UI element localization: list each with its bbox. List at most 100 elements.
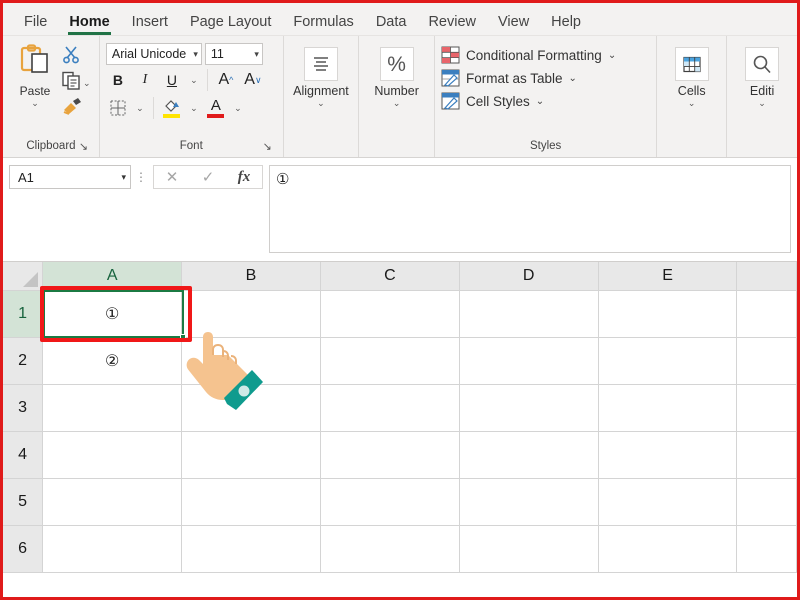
cell-d4[interactable] bbox=[459, 431, 598, 478]
ribbon-group-alignment[interactable]: Alignment ⌄ bbox=[284, 36, 360, 157]
column-header-e[interactable]: E bbox=[598, 262, 737, 290]
enter-formula-button[interactable]: ✓ bbox=[190, 166, 226, 188]
cell-d6[interactable] bbox=[459, 525, 598, 572]
borders-chevron-down-icon[interactable]: ⌄ bbox=[133, 96, 147, 120]
cancel-formula-button[interactable]: ✕ bbox=[154, 166, 190, 188]
increase-font-size-button[interactable]: A^ bbox=[214, 68, 238, 92]
row-header-6[interactable]: 6 bbox=[3, 525, 43, 572]
cell-d7[interactable] bbox=[459, 572, 598, 573]
format-as-table-button[interactable]: Format as Table ⌄ bbox=[441, 69, 650, 87]
cell-styles-chevron-down-icon[interactable]: ⌄ bbox=[536, 96, 544, 107]
conditional-formatting-chevron-down-icon[interactable]: ⌄ bbox=[608, 50, 616, 61]
tab-formulas[interactable]: Formulas bbox=[282, 15, 364, 35]
formula-input[interactable]: ① bbox=[269, 165, 791, 253]
cell-e4[interactable] bbox=[598, 431, 737, 478]
tab-file[interactable]: File bbox=[13, 15, 58, 35]
bold-button[interactable]: B bbox=[106, 68, 130, 92]
clipboard-dialog-launcher[interactable]: ↘ bbox=[79, 141, 91, 153]
cell-f7[interactable] bbox=[737, 572, 797, 573]
cell-c3[interactable] bbox=[320, 384, 459, 431]
alignment-button[interactable]: Alignment ⌄ bbox=[293, 41, 349, 107]
column-header-b[interactable]: B bbox=[182, 262, 321, 290]
cell-a6[interactable] bbox=[43, 525, 182, 572]
cell-e2[interactable] bbox=[598, 337, 737, 384]
tab-insert[interactable]: Insert bbox=[121, 15, 179, 35]
ribbon-group-editing[interactable]: Editi ⌄ bbox=[727, 36, 797, 157]
row-header-2[interactable]: 2 bbox=[3, 337, 43, 384]
cell-b4[interactable] bbox=[182, 431, 321, 478]
paste-button[interactable]: Paste ⌄ bbox=[9, 41, 61, 107]
format-as-table-chevron-down-icon[interactable]: ⌄ bbox=[569, 73, 577, 84]
font-color-chevron-down-icon[interactable]: ⌄ bbox=[231, 96, 245, 120]
cell-f3[interactable] bbox=[737, 384, 797, 431]
font-size-chevron-down-icon[interactable]: ▾ bbox=[254, 49, 259, 60]
cells-chevron-down-icon[interactable]: ⌄ bbox=[688, 99, 696, 107]
column-header-d[interactable]: D bbox=[459, 262, 598, 290]
cell-d1[interactable] bbox=[459, 290, 598, 337]
underline-chevron-down-icon[interactable]: ⌄ bbox=[187, 68, 201, 92]
cell-e3[interactable] bbox=[598, 384, 737, 431]
number-button[interactable]: % Number ⌄ bbox=[374, 41, 418, 107]
cell-b6[interactable] bbox=[182, 525, 321, 572]
tab-home[interactable]: Home bbox=[58, 15, 120, 35]
name-box-chevron-down-icon[interactable]: ▾ bbox=[121, 172, 126, 183]
cell-a2[interactable]: ② bbox=[43, 337, 182, 384]
cell-d5[interactable] bbox=[459, 478, 598, 525]
cell-f6[interactable] bbox=[737, 525, 797, 572]
cell-b2[interactable] bbox=[182, 337, 321, 384]
cell-b1[interactable] bbox=[182, 290, 321, 337]
cell-d2[interactable] bbox=[459, 337, 598, 384]
tab-review[interactable]: Review bbox=[417, 15, 487, 35]
font-color-button[interactable]: A bbox=[204, 95, 228, 121]
italic-button[interactable]: I bbox=[133, 68, 157, 92]
decrease-font-size-button[interactable]: A∨ bbox=[241, 68, 265, 92]
font-name-chevron-down-icon[interactable]: ▾ bbox=[193, 49, 198, 60]
font-name-combo[interactable]: Arial Unicode ▾ bbox=[106, 43, 202, 65]
editing-chevron-down-icon[interactable]: ⌄ bbox=[758, 99, 766, 107]
cells-button[interactable]: Cells ⌄ bbox=[675, 41, 709, 107]
cell-f1[interactable] bbox=[737, 290, 797, 337]
row-header-7[interactable]: 7 bbox=[3, 572, 43, 573]
font-size-combo[interactable]: 11 ▾ bbox=[205, 43, 263, 65]
cell-b3[interactable] bbox=[182, 384, 321, 431]
cell-e1[interactable] bbox=[598, 290, 737, 337]
underline-button[interactable]: U bbox=[160, 68, 184, 92]
paste-chevron-down-icon[interactable]: ⌄ bbox=[31, 99, 39, 107]
select-all-button[interactable] bbox=[3, 262, 43, 290]
column-header-partial[interactable] bbox=[737, 262, 797, 290]
row-header-1[interactable]: 1 bbox=[3, 290, 43, 337]
cell-e6[interactable] bbox=[598, 525, 737, 572]
cell-e7[interactable] bbox=[598, 572, 737, 573]
tab-help[interactable]: Help bbox=[540, 15, 592, 35]
formula-bar-grip[interactable]: ⋮ bbox=[131, 165, 151, 189]
format-painter-button[interactable] bbox=[61, 96, 91, 120]
fill-color-button[interactable] bbox=[160, 95, 184, 121]
conditional-formatting-button[interactable]: Conditional Formatting ⌄ bbox=[441, 46, 650, 64]
cell-styles-button[interactable]: Cell Styles ⌄ bbox=[441, 92, 650, 110]
copy-button[interactable]: ⌄ bbox=[61, 70, 91, 94]
insert-function-button[interactable]: fx bbox=[226, 166, 262, 188]
copy-chevron-down-icon[interactable]: ⌄ bbox=[83, 79, 91, 87]
borders-button[interactable] bbox=[106, 96, 130, 120]
cell-f5[interactable] bbox=[737, 478, 797, 525]
ribbon-group-number[interactable]: % Number ⌄ bbox=[359, 36, 435, 157]
cell-a5[interactable] bbox=[43, 478, 182, 525]
fill-chevron-down-icon[interactable]: ⌄ bbox=[187, 96, 201, 120]
row-header-4[interactable]: 4 bbox=[3, 431, 43, 478]
row-header-3[interactable]: 3 bbox=[3, 384, 43, 431]
cell-f4[interactable] bbox=[737, 431, 797, 478]
name-box[interactable]: A1 ▾ bbox=[9, 165, 131, 189]
ribbon-group-cells[interactable]: Cells ⌄ bbox=[657, 36, 727, 157]
cell-c6[interactable] bbox=[320, 525, 459, 572]
number-chevron-down-icon[interactable]: ⌄ bbox=[393, 99, 401, 107]
cell-b5[interactable] bbox=[182, 478, 321, 525]
tab-view[interactable]: View bbox=[487, 15, 540, 35]
column-header-a[interactable]: A bbox=[43, 262, 182, 290]
tab-page-layout[interactable]: Page Layout bbox=[179, 15, 282, 35]
cell-a7[interactable] bbox=[43, 572, 182, 573]
cell-c4[interactable] bbox=[320, 431, 459, 478]
cell-d3[interactable] bbox=[459, 384, 598, 431]
cell-a1[interactable]: ① bbox=[43, 290, 182, 337]
cell-c7[interactable] bbox=[320, 572, 459, 573]
font-dialog-launcher[interactable]: ↘ bbox=[263, 141, 275, 153]
